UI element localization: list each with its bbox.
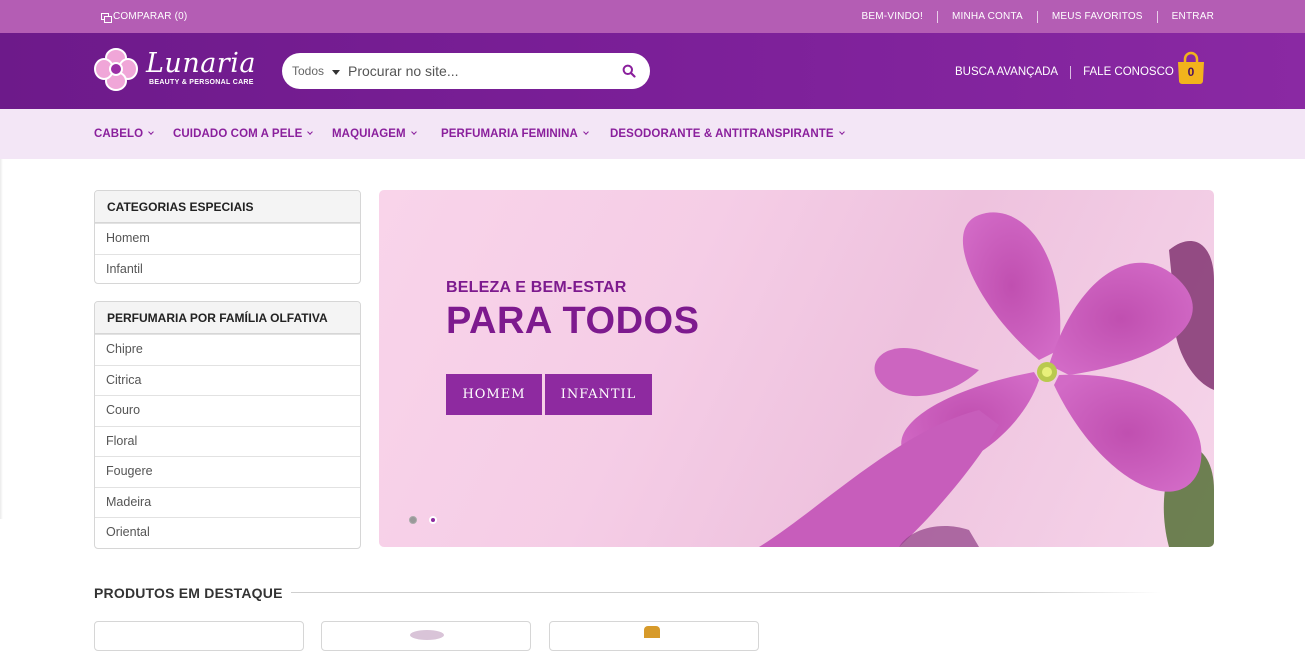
section-divider	[291, 592, 1161, 593]
family-link-oriental[interactable]: Oriental	[95, 517, 360, 548]
product-card[interactable]	[94, 621, 304, 651]
welcome-link[interactable]: BEM-VINDO!	[848, 11, 937, 23]
box-title: PERFUMARIA POR FAMÍLIA OLFATIVA	[95, 302, 360, 334]
advanced-search-link[interactable]: BUSCA AVANÇADA	[955, 66, 1070, 79]
main-nav: CABELO CUIDADO COM A PELE MAQUIAGEM PERF…	[0, 109, 1305, 159]
cart-button[interactable]: 0	[1175, 51, 1207, 85]
banner-infantil-button[interactable]: INFANTIL	[545, 374, 652, 415]
nav-item-label: CUIDADO COM A PELE	[173, 128, 303, 140]
nav-item-label: MAQUIAGEM	[332, 128, 406, 140]
slider-dot-1[interactable]	[409, 516, 417, 524]
compare-link[interactable]: COMPARAR (0)	[101, 11, 188, 23]
hero-banner[interactable]: BELEZA E BEM-ESTAR PARA TODOS HOMEM INFA…	[379, 190, 1214, 547]
caret-down-icon[interactable]	[332, 70, 340, 75]
header-links: BUSCA AVANÇADA FALE CONOSCO	[955, 66, 1186, 79]
search-bar: Todos	[282, 53, 650, 89]
family-link-chipre[interactable]: Chipre	[95, 334, 360, 365]
active-dot-indicator	[431, 518, 435, 522]
login-link[interactable]: ENTRAR	[1156, 11, 1214, 23]
nav-item-cabelo[interactable]: CABELO	[94, 128, 154, 140]
account-links: BEM-VINDO! MINHA CONTA MEUS FAVORITOS EN…	[848, 11, 1214, 23]
brand-tagline: BEAUTY & PERSONAL CARE	[149, 79, 254, 86]
flower-logo-icon	[94, 48, 138, 91]
slider-dot-2[interactable]	[429, 516, 437, 524]
nav-item-perfumaria-feminina[interactable]: PERFUMARIA FEMININA	[441, 128, 589, 140]
product-image	[644, 626, 660, 638]
header: Lunaria BEAUTY & PERSONAL CARE Todos BUS…	[0, 33, 1305, 109]
product-image	[410, 630, 444, 640]
chevron-down-icon	[410, 129, 417, 135]
box-title: CATEGORIAS ESPECIAIS	[95, 191, 360, 223]
chevron-down-icon	[148, 129, 154, 135]
product-card[interactable]	[549, 621, 759, 651]
search-input[interactable]	[348, 61, 608, 81]
family-link-floral[interactable]: Floral	[95, 425, 360, 457]
orchid-flower-image	[759, 212, 1214, 547]
olfactory-family-box: PERFUMARIA POR FAMÍLIA OLFATIVA Chipre C…	[94, 301, 361, 549]
chevron-down-icon	[838, 129, 845, 135]
nav-item-label: CABELO	[94, 128, 144, 140]
family-link-citrica[interactable]: Citrica	[95, 364, 360, 396]
favorites-link[interactable]: MEUS FAVORITOS	[1036, 11, 1157, 23]
cart-count: 0	[1187, 65, 1195, 79]
product-card[interactable]	[321, 621, 531, 651]
chevron-down-icon	[307, 129, 314, 135]
compare-icon	[101, 12, 112, 23]
my-account-link[interactable]: MINHA CONTA	[936, 11, 1037, 23]
special-categories-box: CATEGORIAS ESPECIAIS Homem Infantil	[94, 190, 361, 284]
chevron-down-icon	[583, 129, 589, 135]
nav-item-desodorante[interactable]: DESODORANTE & ANTITRANSPIRANTE	[610, 128, 845, 140]
nav-item-maquiagem[interactable]: MAQUIAGEM	[332, 128, 417, 140]
top-bar: COMPARAR (0) BEM-VINDO! MINHA CONTA MEUS…	[0, 0, 1305, 33]
banner-headline: PARA TODOS	[446, 300, 700, 342]
brand-name: Lunaria	[146, 48, 256, 79]
nav-item-cuidado-pele[interactable]: CUIDADO COM A PELE	[173, 128, 314, 140]
banner-homem-button[interactable]: HOMEM	[446, 374, 542, 415]
family-link-couro[interactable]: Couro	[95, 395, 360, 426]
search-icon[interactable]	[622, 64, 636, 78]
search-category-select[interactable]: Todos	[292, 64, 324, 78]
category-link-homem[interactable]: Homem	[95, 223, 360, 254]
contact-link[interactable]: FALE CONOSCO	[1070, 66, 1186, 79]
compare-label: COMPARAR (0)	[113, 11, 188, 22]
banner-kicker: BELEZA E BEM-ESTAR	[446, 279, 627, 296]
featured-products-title: PRODUTOS EM DESTAQUE	[94, 585, 283, 601]
family-link-fougere[interactable]: Fougere	[95, 456, 360, 487]
category-link-infantil[interactable]: Infantil	[95, 253, 360, 284]
nav-item-label: PERFUMARIA FEMININA	[441, 128, 578, 140]
page-edge-shadow	[0, 159, 3, 519]
nav-item-label: DESODORANTE & ANTITRANSPIRANTE	[610, 128, 834, 140]
logo[interactable]: Lunaria BEAUTY & PERSONAL CARE	[94, 46, 256, 96]
family-link-madeira[interactable]: Madeira	[95, 486, 360, 518]
